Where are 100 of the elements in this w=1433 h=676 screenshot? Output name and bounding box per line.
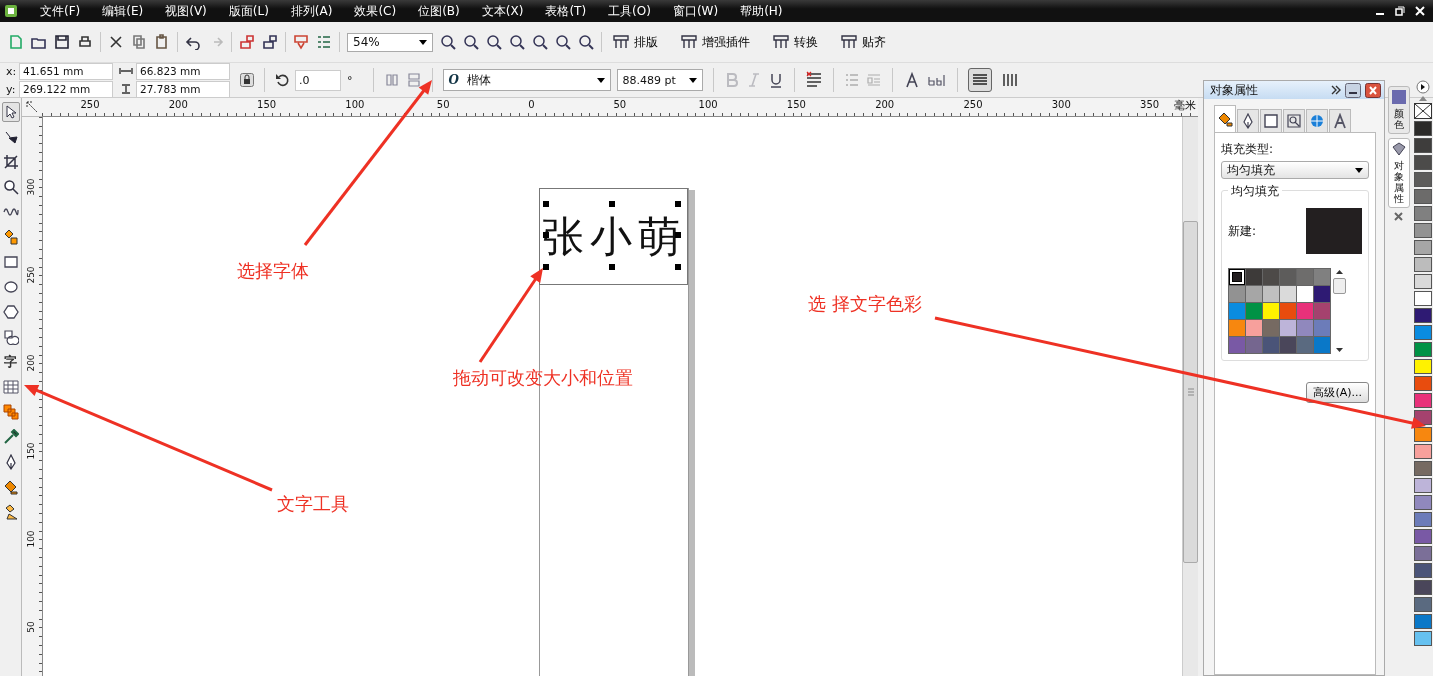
export-icon[interactable] [262, 34, 278, 50]
palette-color-swatch[interactable] [1413, 155, 1432, 170]
zoom-tab[interactable] [1283, 109, 1305, 132]
color-swatch[interactable] [1280, 286, 1296, 302]
font-size-dropdown[interactable]: 88.489 pt [616, 69, 703, 91]
fill-tab[interactable] [1214, 105, 1236, 132]
palette-color-swatch[interactable] [1413, 597, 1432, 612]
palette-color-swatch[interactable] [1413, 563, 1432, 578]
object-properties-side-tab[interactable]: 对象属性 [1387, 138, 1410, 208]
color-swatch[interactable] [1246, 320, 1262, 336]
color-swatch[interactable] [1246, 303, 1262, 319]
print-icon[interactable] [77, 34, 93, 50]
font-dropdown[interactable]: O 楷体 [442, 69, 611, 91]
color-swatch[interactable] [1229, 320, 1245, 336]
palette-color-swatch[interactable] [1413, 240, 1432, 255]
zoom-all-icon[interactable] [509, 34, 525, 50]
text-tool[interactable]: 字 [1, 352, 20, 372]
palette-color-swatch[interactable] [1413, 529, 1432, 544]
undo-icon[interactable] [185, 34, 201, 50]
menu-item[interactable]: 文件(F) [28, 2, 91, 20]
color-swatch[interactable] [1229, 337, 1245, 353]
menu-item[interactable]: 排列(A) [278, 2, 343, 20]
color-swatch[interactable] [1263, 286, 1279, 302]
menu-item[interactable]: 视图(V) [153, 2, 217, 20]
menu-item[interactable]: 文本(X) [469, 2, 534, 20]
zoom-height-icon[interactable] [578, 34, 594, 50]
toolbar-button[interactable]: 贴齐 [837, 33, 898, 51]
color-swatch[interactable] [1229, 269, 1245, 285]
palette-color-swatch[interactable] [1413, 121, 1432, 136]
color-swatch[interactable] [1314, 337, 1330, 353]
scroll-thumb[interactable] [1332, 278, 1346, 294]
selection-handle[interactable] [675, 264, 681, 270]
edit-text-icon[interactable] [926, 73, 947, 87]
color-swatch[interactable] [1280, 303, 1296, 319]
swatch-scrollbar[interactable] [1333, 268, 1345, 354]
rotation-field[interactable]: .0 [295, 69, 341, 91]
palette-color-swatch[interactable] [1413, 376, 1432, 391]
ruler-corner[interactable] [22, 98, 42, 117]
close-icon[interactable] [1365, 82, 1381, 98]
color-swatch[interactable] [1314, 286, 1330, 302]
color-swatch[interactable] [1246, 269, 1262, 285]
palette-color-swatch[interactable] [1413, 291, 1432, 306]
text-tab[interactable] [1329, 109, 1351, 132]
menu-item[interactable]: 工具(O) [596, 2, 661, 20]
color-swatch[interactable] [1263, 337, 1279, 353]
selection-handle[interactable] [675, 232, 681, 238]
color-side-tab[interactable]: 颜色 [1387, 86, 1410, 134]
palette-color-swatch[interactable] [1413, 546, 1432, 561]
y-position-field[interactable]: 269.122 mm [19, 80, 113, 98]
zoom-selected-icon[interactable] [486, 34, 502, 50]
menu-item[interactable]: 位图(B) [406, 2, 470, 20]
restore-icon[interactable] [1395, 6, 1405, 16]
scroll-thumb[interactable] [1183, 220, 1198, 563]
palette-color-swatch[interactable] [1413, 631, 1432, 646]
palette-color-swatch[interactable] [1413, 206, 1432, 221]
color-swatch[interactable] [1229, 303, 1245, 319]
minimize-icon[interactable] [1345, 82, 1361, 98]
advanced-button[interactable]: 高级(A)... [1306, 382, 1369, 403]
basic-shapes-tool[interactable] [1, 327, 20, 347]
color-swatch[interactable] [1280, 320, 1296, 336]
color-swatch[interactable] [1263, 269, 1279, 285]
palette-color-swatch[interactable] [1413, 172, 1432, 187]
selection-handle[interactable] [543, 232, 549, 238]
menu-item[interactable]: 效果(C) [342, 2, 407, 20]
paste-icon[interactable] [154, 34, 170, 50]
zoom-tool[interactable] [1, 177, 20, 197]
zoom-page-icon[interactable] [532, 34, 548, 50]
selection-handle[interactable] [609, 201, 615, 207]
color-swatch[interactable] [1263, 303, 1279, 319]
color-swatch[interactable] [1229, 286, 1245, 302]
palette-color-swatch[interactable] [1413, 614, 1432, 629]
menu-item[interactable]: 帮助(H) [728, 2, 793, 20]
palette-color-swatch[interactable] [1413, 223, 1432, 238]
color-swatch[interactable] [1280, 269, 1296, 285]
menu-item[interactable]: 编辑(E) [90, 2, 154, 20]
color-swatch[interactable] [1297, 320, 1313, 336]
color-swatch[interactable] [1314, 269, 1330, 285]
polygon-tool[interactable] [1, 302, 20, 322]
lock-icon[interactable] [240, 73, 254, 87]
palette-menu-icon[interactable] [1415, 80, 1430, 94]
palette-color-swatch[interactable] [1413, 308, 1432, 323]
copy-icon[interactable] [131, 34, 147, 50]
palette-color-swatch[interactable] [1413, 138, 1432, 153]
internet-tab[interactable] [1306, 109, 1328, 132]
table-tool[interactable] [1, 377, 20, 397]
double-chevron-icon[interactable] [1331, 85, 1341, 95]
pick-tool[interactable] [1, 102, 20, 122]
checklist-icon[interactable] [316, 34, 332, 50]
toolbar-button[interactable]: 转换 [769, 33, 830, 51]
zoom-width-icon[interactable] [555, 34, 571, 50]
selection-handle[interactable] [543, 264, 549, 270]
color-swatch[interactable] [1263, 320, 1279, 336]
frame-tab[interactable] [1260, 109, 1282, 132]
text-frame[interactable]: 张小萌 [539, 188, 688, 285]
scroll-down-icon[interactable] [1335, 348, 1343, 352]
palette-color-swatch[interactable] [1413, 427, 1432, 442]
color-swatch[interactable] [1297, 337, 1313, 353]
color-swatch[interactable] [1297, 286, 1313, 302]
palette-color-swatch[interactable] [1413, 495, 1432, 510]
crop-tool[interactable] [1, 152, 20, 172]
